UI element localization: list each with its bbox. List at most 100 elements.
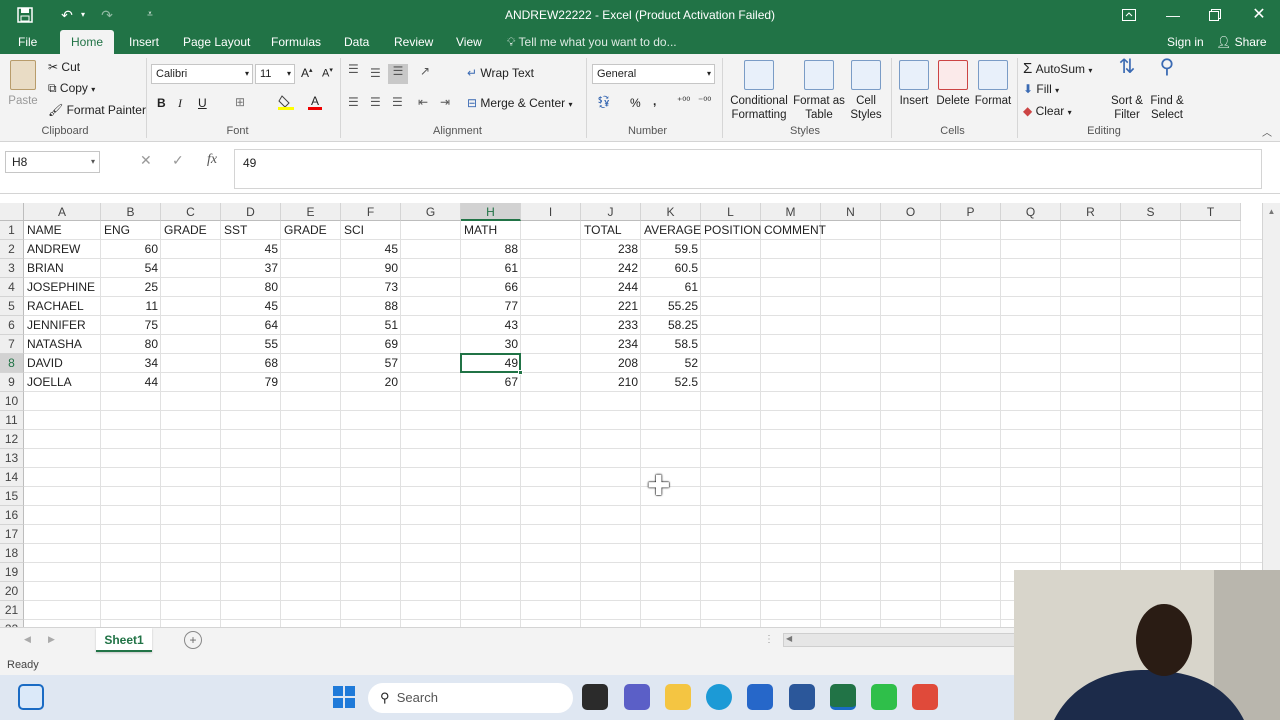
tab-review[interactable]: Review [394,30,433,54]
cell-f6[interactable]: 51 [341,316,401,335]
paste-button[interactable]: Paste [6,60,40,108]
cell-e1[interactable]: GRADE [281,221,341,240]
cell-j4[interactable]: 244 [581,278,641,297]
new-sheet-icon[interactable]: + [184,631,202,649]
column-header-a[interactable]: A [24,203,101,221]
cell-h3[interactable]: 61 [461,259,521,278]
cell-a6[interactable]: JENNIFER [24,316,101,335]
select-all-corner[interactable] [0,203,24,221]
align-right-icon[interactable]: ☰ [392,95,403,109]
collapse-ribbon-icon[interactable]: ︿ [1262,124,1272,139]
share-button[interactable]: 👤︎ Share [1216,30,1267,54]
row-header-8[interactable]: 8 [0,354,24,373]
clear-button[interactable]: ◆ Clear ▾ [1023,104,1072,118]
cell-h1[interactable]: MATH [461,221,521,240]
tab-page-layout[interactable]: Page Layout [183,30,250,54]
cell-j3[interactable]: 242 [581,259,641,278]
cell-k2[interactable]: 59.5 [641,240,701,259]
word-icon[interactable] [789,684,815,710]
edge-icon[interactable] [706,684,732,710]
scroll-tabs-right-icon[interactable]: ▶ [48,634,55,645]
tab-formulas[interactable]: Formulas [271,30,321,54]
cell-k6[interactable]: 58.25 [641,316,701,335]
row-header-12[interactable]: 12 [0,430,24,449]
format-painter-button[interactable]: 🖌︎ Format Painter [48,103,146,117]
column-header-j[interactable]: J [581,203,641,221]
cell-a7[interactable]: NATASHA [24,335,101,354]
row-header-11[interactable]: 11 [0,411,24,430]
cell-j8[interactable]: 208 [581,354,641,373]
cell-h7[interactable]: 30 [461,335,521,354]
cell-d3[interactable]: 37 [221,259,281,278]
row-header-14[interactable]: 14 [0,468,24,487]
formula-input[interactable]: 49 [234,149,1262,189]
decrease-decimal-icon[interactable]: ⁻⁰⁰ [698,96,711,107]
cell-f5[interactable]: 88 [341,297,401,316]
column-header-p[interactable]: P [941,203,1001,221]
cancel-icon[interactable]: ✕ [140,152,152,169]
cell-j7[interactable]: 234 [581,335,641,354]
cell-d7[interactable]: 55 [221,335,281,354]
column-header-c[interactable]: C [161,203,221,221]
cell-b3[interactable]: 54 [101,259,161,278]
insert-function-icon[interactable]: fx [207,152,217,168]
cell-b4[interactable]: 25 [101,278,161,297]
column-header-d[interactable]: D [221,203,281,221]
cell-a1[interactable]: NAME [24,221,101,240]
row-header-20[interactable]: 20 [0,582,24,601]
insert-cells-button[interactable]: Insert [896,60,932,108]
align-center-icon[interactable]: ☰ [370,95,381,109]
row-header-1[interactable]: 1 [0,221,24,240]
tab-view[interactable]: View [456,30,482,54]
excel-taskbar-icon[interactable] [830,684,856,710]
column-header-h[interactable]: H [461,203,521,221]
orientation-icon[interactable]: ↗ [420,64,430,78]
store-icon[interactable] [747,684,773,710]
cell-a4[interactable]: JOSEPHINE [24,278,101,297]
row-header-3[interactable]: 3 [0,259,24,278]
cell-d2[interactable]: 45 [221,240,281,259]
fill-handle[interactable] [518,370,523,375]
cell-b9[interactable]: 44 [101,373,161,392]
column-header-e[interactable]: E [281,203,341,221]
cell-j5[interactable]: 221 [581,297,641,316]
cell-h2[interactable]: 88 [461,240,521,259]
cell-a2[interactable]: ANDREW [24,240,101,259]
column-header-l[interactable]: L [701,203,761,221]
find-select-button[interactable]: ⚲ Find & Select [1148,57,1186,122]
cell-h6[interactable]: 43 [461,316,521,335]
row-header-17[interactable]: 17 [0,525,24,544]
column-header-b[interactable]: B [101,203,161,221]
increase-indent-icon[interactable]: ⇥ [440,95,450,109]
bold-button[interactable]: B [157,96,166,110]
cell-a8[interactable]: DAVID [24,354,101,373]
row-header-16[interactable]: 16 [0,506,24,525]
percent-button[interactable]: % [630,96,641,110]
cell-k9[interactable]: 52.5 [641,373,701,392]
cell-k1[interactable]: AVERAGE [641,221,701,240]
column-header-k[interactable]: K [641,203,701,221]
row-header-18[interactable]: 18 [0,544,24,563]
column-header-t[interactable]: T [1181,203,1241,221]
merge-center-button[interactable]: ⊟ Merge & Center ▾ [467,96,572,110]
column-header-f[interactable]: F [341,203,401,221]
font-size-select[interactable]: 11 ▾ [255,64,295,84]
format-as-table-button[interactable]: Format as Table [792,60,846,122]
cell-f3[interactable]: 90 [341,259,401,278]
restore-icon[interactable] [1204,4,1226,26]
copy-button[interactable]: ⧉ Copy ▾ [48,81,95,96]
cell-j6[interactable]: 233 [581,316,641,335]
cell-h9[interactable]: 67 [461,373,521,392]
scroll-up-icon[interactable]: ▲ [1263,207,1280,216]
cell-c1[interactable]: GRADE [161,221,221,240]
cut-button[interactable]: ✂ Cut [48,60,80,74]
row-header-21[interactable]: 21 [0,601,24,620]
name-box[interactable]: H8 ▾ [5,151,100,173]
increase-font-icon[interactable]: A▴ [301,66,313,80]
row-header-22[interactable]: 22 [0,620,24,627]
column-header-q[interactable]: Q [1001,203,1061,221]
font-name-select[interactable]: Calibri ▾ [151,64,253,84]
column-header-m[interactable]: M [761,203,821,221]
row-header-4[interactable]: 4 [0,278,24,297]
column-header-n[interactable]: N [821,203,881,221]
